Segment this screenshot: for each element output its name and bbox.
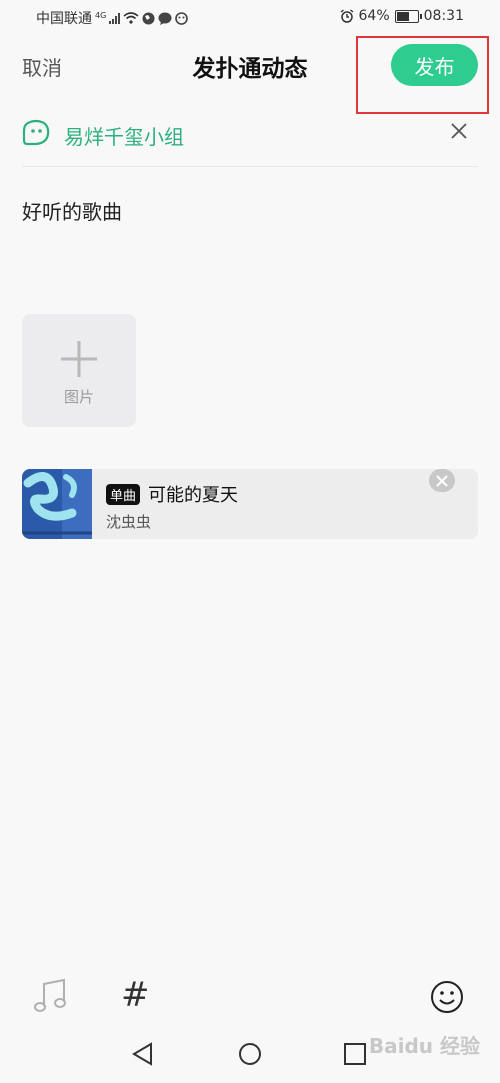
home-icon[interactable] (238, 1042, 262, 1066)
recent-apps-icon[interactable] (344, 1043, 366, 1065)
status-left: 中国联通 4G (36, 8, 189, 28)
battery-level (396, 11, 409, 21)
watermark: Baidu 经验 (368, 1034, 480, 1058)
close-icon (436, 474, 448, 487)
alarm-icon (340, 9, 353, 23)
group-name: 易烊千玺小组 (64, 125, 184, 149)
composer-toolbar: # (0, 970, 500, 1026)
hashtag-icon[interactable]: # (121, 978, 150, 1012)
song-title: 可能的夏天 (148, 485, 238, 506)
add-image-label: 图片 (63, 388, 94, 406)
message-icon (158, 12, 172, 25)
back-icon[interactable] (131, 1042, 155, 1066)
globe-icon (142, 12, 155, 24)
signal-icon (109, 12, 121, 24)
music-note-icon[interactable] (34, 978, 68, 1014)
battery-percent: 64% (358, 8, 390, 24)
highlight-box (356, 36, 489, 114)
group-icon (22, 119, 50, 146)
status-bar: 中国联通 4G 64% 08:31 (0, 0, 500, 34)
artist-name: 沈虫虫 (106, 513, 152, 531)
post-text-input[interactable]: 好听的歌曲 (22, 196, 122, 225)
app-notification-icon (175, 11, 189, 25)
status-right: 64% 08:31 (340, 8, 464, 24)
single-badge: 单曲 (106, 484, 141, 505)
remove-music-button[interactable] (429, 469, 455, 492)
network-type: 4G (95, 10, 107, 20)
wifi-icon (123, 12, 139, 24)
battery-icon (394, 9, 422, 23)
carrier-name: 中国联通 (36, 11, 92, 27)
add-image-button[interactable]: 图片 (22, 314, 136, 427)
emoji-icon[interactable] (430, 980, 464, 1014)
clock: 08:31 (423, 8, 464, 24)
music-card[interactable]: 单曲 可能的夏天 沈虫虫 (22, 469, 478, 539)
plus-icon (61, 341, 97, 377)
album-cover (22, 469, 92, 539)
group-selector[interactable]: 易烊千玺小组 (22, 112, 478, 167)
close-icon[interactable] (450, 122, 468, 140)
